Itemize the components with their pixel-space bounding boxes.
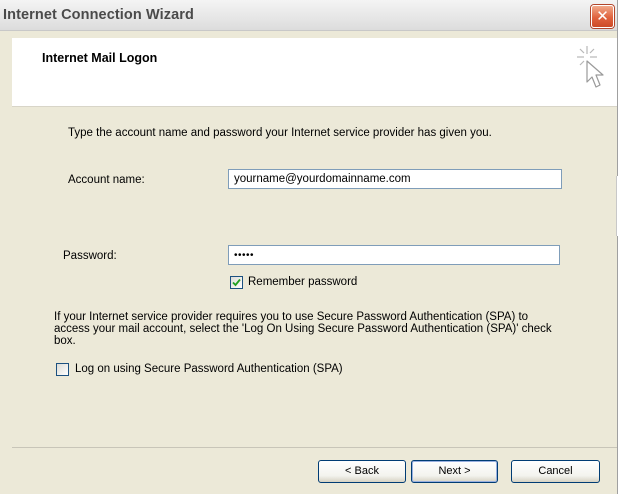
- window-title: Internet Connection Wizard: [3, 7, 194, 23]
- title-bar[interactable]: Internet Connection Wizard ✕: [0, 0, 617, 31]
- page-title: Internet Mail Logon: [42, 51, 158, 65]
- password-input[interactable]: •••••: [228, 245, 560, 265]
- spa-label: Log on using Secure Password Authenticat…: [75, 363, 343, 375]
- footer-divider: [12, 447, 617, 448]
- next-button[interactable]: Next >: [411, 460, 498, 483]
- instruction-text: Type the account name and password your …: [68, 127, 492, 139]
- password-label: Password:: [63, 250, 117, 262]
- cancel-button[interactable]: Cancel: [511, 460, 600, 483]
- spa-checkbox[interactable]: [56, 363, 69, 376]
- account-name-label: Account name:: [68, 174, 145, 186]
- spa-description: If your Internet service provider requir…: [54, 311, 552, 347]
- wizard-cursor-icon: [577, 46, 604, 88]
- back-button[interactable]: < Back: [318, 460, 406, 483]
- close-button[interactable]: ✕: [591, 5, 614, 28]
- checkmark-icon: [232, 278, 241, 287]
- close-icon: ✕: [596, 7, 609, 25]
- wizard-header: Internet Mail Logon: [12, 38, 617, 107]
- remember-password-label: Remember password: [248, 276, 358, 288]
- wizard-window: Internet Connection Wizard ✕ Internet Ma…: [0, 0, 618, 494]
- remember-password-checkbox[interactable]: [230, 276, 243, 289]
- account-name-input[interactable]: yourname@yourdomainname.com: [228, 169, 562, 189]
- background-window-edge: [616, 176, 623, 236]
